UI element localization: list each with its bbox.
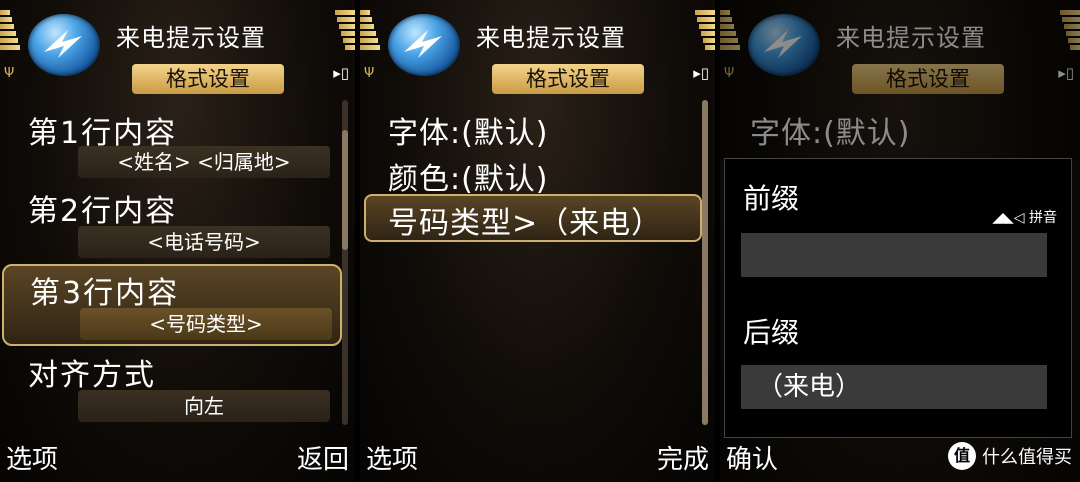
scrollbar[interactable] <box>702 100 708 425</box>
list-item-align-label[interactable]: 对齐方式 <box>28 350 156 394</box>
watermark-text: 什么值得买 <box>982 447 1072 468</box>
list-item-line3-label[interactable]: 第3行内容 <box>30 268 179 312</box>
softkey-options[interactable]: 选项 <box>6 439 58 476</box>
suffix-input[interactable]: （来电） <box>741 365 1047 409</box>
page-title: 来电提示设置 <box>116 24 266 52</box>
selected-list-item[interactable]: 号码类型>（来电） <box>364 194 702 242</box>
antenna-icon: Ψ <box>4 66 15 81</box>
tab-format-settings[interactable]: 格式设置 <box>132 64 284 94</box>
suffix-label: 后缀 <box>743 316 800 349</box>
ime-mode-label: 拼音 <box>1029 210 1057 226</box>
list-item-line2-label[interactable]: 第2行内容 <box>28 186 177 230</box>
list-item-line2-value: <电话号码> <box>78 226 330 258</box>
list-item-number-type[interactable]: 号码类型>（来电） <box>388 198 662 242</box>
softkey-bar: 选项 返回 <box>6 442 349 476</box>
app-logo-icon <box>28 14 100 76</box>
page-title: 来电提示设置 <box>476 24 626 52</box>
battery-icon: ▸▯ <box>693 64 709 82</box>
ime-indicator: ◢◣◁ 拼音 <box>992 210 1057 226</box>
list-item-font[interactable]: 字体:(默认) <box>388 108 549 152</box>
phone-screen-prefix-suffix-dialog: Ψ ▸▯ 来电提示设置 格式设置 字体:(默认) 前缀 ◢◣◁ 拼音 后缀 （来… <box>720 0 1080 482</box>
list-item-line1-value: <姓名> <归属地> <box>78 146 330 178</box>
phone-screen-format-list: Ψ ▸▯ 来电提示设置 格式设置 第1行内容 <姓名> <归属地> 第2行内容 … <box>0 0 355 482</box>
softkey-back[interactable]: 返回 <box>297 439 349 476</box>
softkey-confirm[interactable]: 确认 <box>726 439 778 476</box>
tab-format-settings[interactable]: 格式设置 <box>492 64 644 94</box>
scrollbar[interactable] <box>342 100 348 425</box>
prefix-label: 前缀 <box>743 182 800 215</box>
battery-icon: ▸▯ <box>333 64 349 82</box>
antenna-icon: Ψ <box>364 66 375 81</box>
list-item-align-value: 向左 <box>78 390 330 422</box>
phone-screen-number-type: Ψ ▸▯ 来电提示设置 格式设置 字体:(默认) 颜色:(默认) 号码类型>（来… <box>360 0 715 482</box>
softkey-bar: 选项 完成 <box>366 442 709 476</box>
dim-overlay <box>720 0 1080 160</box>
prefix-suffix-dialog: 前缀 ◢◣◁ 拼音 后缀 （来电） <box>724 158 1072 438</box>
watermark: 值 什么值得买 <box>948 442 1072 470</box>
app-logo-icon <box>388 14 460 76</box>
selected-list-item[interactable]: 第3行内容 <号码类型> <box>2 264 342 346</box>
list-item-color[interactable]: 颜色:(默认) <box>388 154 549 198</box>
softkey-options[interactable]: 选项 <box>366 439 418 476</box>
prefix-input[interactable] <box>741 233 1047 277</box>
list-item-line3-value: <号码类型> <box>80 308 332 340</box>
softkey-done[interactable]: 完成 <box>657 439 709 476</box>
watermark-logo-icon: 值 <box>948 442 976 470</box>
